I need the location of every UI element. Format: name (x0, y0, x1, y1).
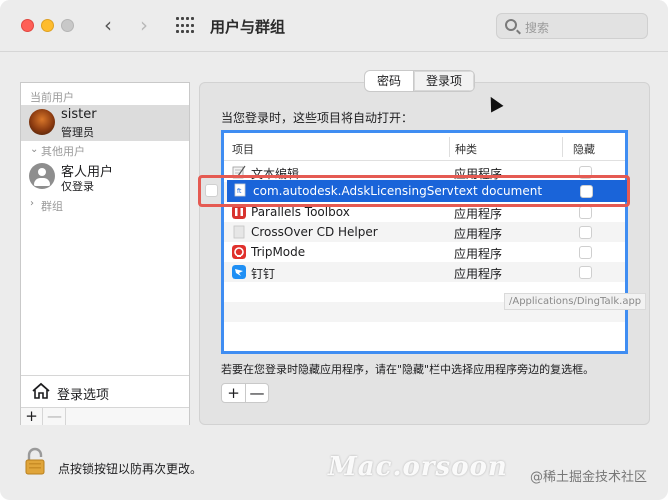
hide-checkbox[interactable] (579, 206, 592, 219)
segmented-tabs: 密码 登录项 (364, 70, 476, 92)
row-item-kind: 应用程序 (454, 267, 503, 281)
row-item-name: Parallels Toolbox (251, 205, 350, 219)
sidebar-toolbar: + — (21, 407, 189, 425)
column-header-kind[interactable]: 种类 (455, 141, 477, 157)
grid-icon[interactable] (176, 17, 194, 35)
window-title: 用户与群组 (210, 18, 286, 36)
watermark: Mac.orsoon (328, 452, 508, 482)
close-button[interactable] (21, 19, 34, 32)
zoom-button[interactable] (61, 19, 74, 32)
add-item-button[interactable]: + (222, 384, 245, 402)
column-header-item[interactable]: 项目 (232, 141, 254, 157)
window: ‹ › 用户与群组 搜索 当前用户 sister 管理员 ⌄ 其他用户 客人用户… (0, 0, 668, 500)
row-item-kind: text document (454, 184, 543, 198)
user-row-sister[interactable]: sister 管理员 (21, 105, 189, 141)
table-row[interactable]: CrossOver CD Helper 应用程序 (224, 222, 625, 242)
user-role: 仅登录 (61, 180, 94, 193)
hide-checkbox[interactable] (579, 226, 592, 239)
remove-item-button[interactable]: — (245, 384, 268, 402)
chevron-right-icon[interactable]: › (30, 198, 34, 209)
lock-icon[interactable] (24, 447, 46, 475)
search-field[interactable]: 搜索 (496, 13, 648, 39)
login-options-row[interactable]: 登录选项 (21, 375, 189, 407)
row-item-kind: 应用程序 (454, 207, 503, 221)
tab-password[interactable]: 密码 (365, 71, 413, 91)
path-tooltip: /Applications/DingTalk.app (504, 293, 647, 310)
search-icon (505, 19, 517, 31)
lock-instruction-text: 点按锁按钮以防再次更改。 (58, 462, 203, 476)
crossover-icon (233, 225, 245, 239)
row-checkbox[interactable] (205, 184, 218, 197)
house-icon (32, 382, 50, 399)
parallels-icon (232, 205, 246, 219)
login-items-table[interactable]: 项目 种类 隐藏 文本编辑 应用程序 Parallels Toolbox 应用程… (221, 130, 628, 354)
column-header-hide[interactable]: 隐藏 (573, 141, 595, 157)
row-item-kind: 应用程序 (454, 227, 503, 241)
instruction-text: 当您登录时，这些项目将自动打开： (221, 111, 414, 125)
row-item-kind: 应用程序 (454, 247, 503, 261)
column-divider (449, 137, 450, 157)
dingtalk-icon (232, 265, 246, 279)
current-users-label: 当前用户 (30, 91, 74, 104)
user-name: sister (61, 107, 97, 122)
hide-checkbox[interactable] (579, 246, 592, 259)
search-placeholder: 搜索 (525, 21, 550, 35)
titlebar: ‹ › 用户与群组 搜索 (0, 0, 668, 52)
highlighted-row-annotation: ft com.autodesk.AdskLicensingServi text … (198, 175, 630, 207)
minimize-button[interactable] (41, 19, 54, 32)
svg-text:ft: ft (237, 188, 242, 195)
user-role: 管理员 (61, 126, 94, 139)
document-icon: ft (234, 183, 246, 197)
remove-user-button[interactable]: — (44, 408, 66, 425)
chevron-down-icon[interactable]: ⌄ (30, 144, 38, 155)
tripmode-icon (232, 245, 246, 259)
back-arrow-icon[interactable]: ‹ (96, 13, 120, 37)
table-header: 项目 种类 隐藏 (224, 133, 625, 161)
login-options-label: 登录选项 (57, 388, 110, 403)
add-remove-control: + — (221, 383, 269, 403)
table-row[interactable]: 钉钉 应用程序 (224, 262, 625, 282)
hide-hint-text: 若要在您登录时隐藏应用程序，请在"隐藏"栏中选择应用程序旁边的复选框。 (221, 363, 595, 376)
row-item-name: TripMode (251, 245, 306, 259)
column-divider (562, 137, 563, 157)
row-item-name: 钉钉 (251, 267, 276, 281)
user-row-guest[interactable]: 客人用户 仅登录 (21, 159, 189, 195)
row-item-name: CrossOver CD Helper (251, 225, 378, 239)
forward-arrow-icon[interactable]: › (132, 13, 156, 37)
hide-checkbox[interactable] (580, 185, 593, 198)
guest-avatar-icon (29, 163, 55, 189)
table-row-selected[interactable]: ft com.autodesk.AdskLicensingServi text … (227, 180, 627, 202)
hide-checkbox[interactable] (579, 266, 592, 279)
users-sidebar: 当前用户 sister 管理员 ⌄ 其他用户 客人用户 仅登录 › 群组 登录选… (20, 82, 190, 425)
tab-login-items[interactable]: 登录项 (413, 71, 475, 91)
watermark-credit: @稀土掘金技术社区 (530, 470, 648, 485)
table-row[interactable]: TripMode 应用程序 (224, 242, 625, 262)
row-item-name: com.autodesk.AdskLicensingServi (253, 184, 453, 198)
groups-label[interactable]: 群组 (41, 198, 63, 214)
other-users-label: 其他用户 (41, 145, 85, 158)
avatar (29, 109, 55, 135)
add-user-button[interactable]: + (21, 408, 43, 425)
